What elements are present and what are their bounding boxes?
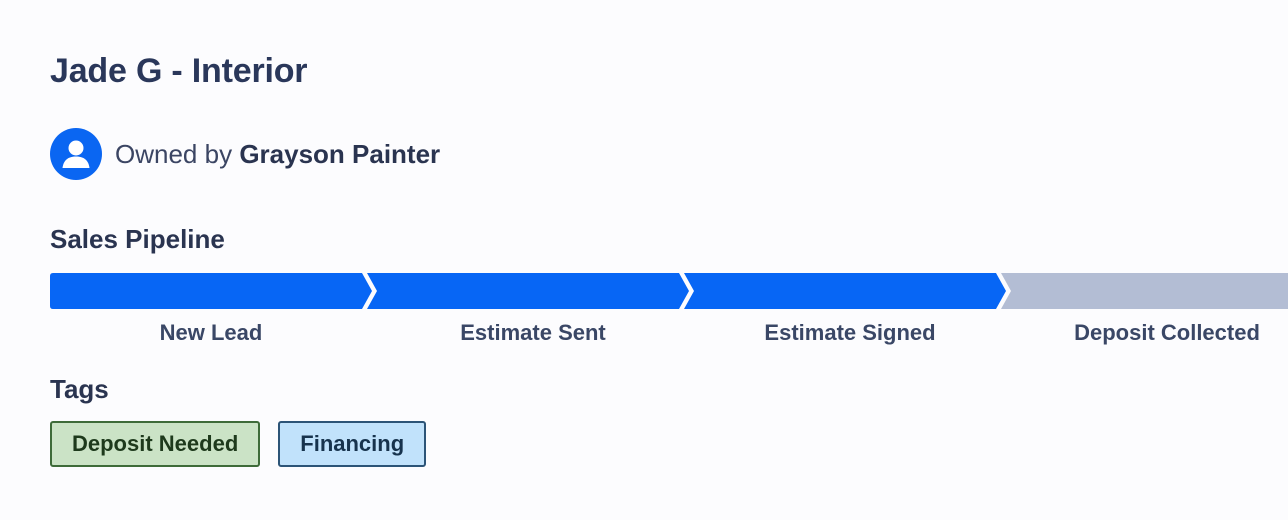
owner-name[interactable]: Grayson Painter xyxy=(239,139,440,169)
owner-text: Owned by Grayson Painter xyxy=(115,139,440,170)
user-circle-icon xyxy=(50,128,102,180)
page-title: Jade G - Interior xyxy=(50,52,308,90)
tag-deposit-needed[interactable]: Deposit Needed xyxy=(50,421,261,467)
pipeline-stage-label: New Lead xyxy=(159,320,263,345)
owner-prefix: Owned by xyxy=(115,138,233,169)
tag-list: Deposit Needed Financing xyxy=(50,421,427,467)
pipeline-step-estimate-signed[interactable] xyxy=(684,273,1006,309)
owner-row: Owned by Grayson Painter xyxy=(50,128,440,180)
sales-pipeline-heading: Sales Pipeline xyxy=(50,224,225,254)
sales-pipeline xyxy=(0,272,1288,310)
pipeline-stage-label: Estimate Sent xyxy=(460,320,606,345)
pipeline-steps xyxy=(50,273,1288,309)
pipeline-step-deposit-collected[interactable] xyxy=(1001,273,1288,309)
pipeline-step-new-lead[interactable] xyxy=(50,273,372,309)
tags-heading: Tags xyxy=(50,374,109,404)
tag-financing[interactable]: Financing xyxy=(278,421,427,467)
pipeline-stage-label: Deposit Collected xyxy=(1074,320,1260,345)
pipeline-step-estimate-sent[interactable] xyxy=(367,273,689,309)
pipeline-stage-labels: New Lead Estimate Sent Estimate Signed Depo… xyxy=(0,320,1288,350)
pipeline-stage-label: Estimate Signed xyxy=(764,320,936,345)
